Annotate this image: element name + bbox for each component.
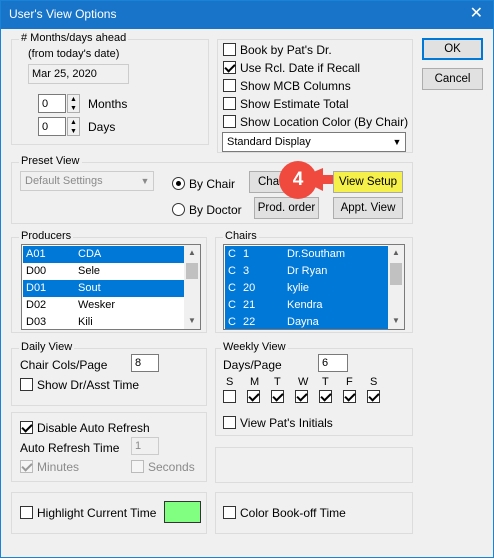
chair-cols-input[interactable]: 8 bbox=[131, 354, 159, 372]
view-initials-label[interactable]: View Pat's Initials bbox=[240, 416, 333, 430]
option-label[interactable]: Book by Pat's Dr. bbox=[240, 43, 332, 57]
producer-code: D02 bbox=[26, 299, 47, 311]
option-label[interactable]: Use Rcl. Date if Recall bbox=[240, 61, 360, 75]
list-item[interactable]: C 20 kylie bbox=[225, 280, 389, 297]
chair-name: kylie bbox=[287, 282, 310, 294]
chairs-scrollbar[interactable]: ▲ ▼ bbox=[388, 245, 404, 329]
chair-number: 21 bbox=[243, 299, 256, 311]
producer-code: D03 bbox=[26, 316, 47, 328]
chair-cols-label: Chair Cols/Page bbox=[20, 358, 108, 372]
disable-auto-refresh-label[interactable]: Disable Auto Refresh bbox=[37, 421, 150, 435]
chair-number: 20 bbox=[243, 282, 256, 294]
producer-name: Kili bbox=[78, 316, 93, 328]
list-item[interactable]: C 1 Dr.Southam bbox=[225, 246, 389, 263]
producer-name: Sout bbox=[78, 282, 101, 294]
weekly-view-label: Weekly View bbox=[221, 341, 288, 353]
chair-number: 1 bbox=[243, 248, 250, 260]
weekday-checkbox[interactable] bbox=[343, 390, 356, 403]
weekday-letter: F bbox=[346, 376, 353, 388]
option-checkbox[interactable] bbox=[223, 79, 236, 92]
minutes-label: Minutes bbox=[37, 460, 80, 474]
list-item[interactable]: C 22 Dayna bbox=[225, 314, 389, 329]
weekday-letter: S bbox=[370, 376, 378, 388]
producer-name: Wesker bbox=[78, 299, 116, 311]
scroll-up-icon[interactable]: ▲ bbox=[388, 245, 404, 261]
option-checkbox[interactable] bbox=[223, 97, 236, 110]
producer-name: CDA bbox=[78, 248, 102, 260]
highlight-time-checkbox[interactable] bbox=[20, 506, 33, 519]
option-checkbox[interactable] bbox=[223, 115, 236, 128]
bookoff-checkbox[interactable] bbox=[223, 506, 236, 519]
chair-prefix: C bbox=[228, 299, 236, 311]
chair-prefix: C bbox=[228, 282, 236, 294]
chair-number: 3 bbox=[243, 265, 250, 277]
callout-badge: 4 bbox=[279, 161, 317, 199]
chair-prefix: C bbox=[228, 248, 236, 260]
producer-name: Sele bbox=[78, 265, 101, 277]
list-item[interactable]: A01 CDA bbox=[23, 246, 185, 263]
bookoff-label[interactable]: Color Book-off Time bbox=[240, 506, 346, 520]
show-dr-asst-checkbox[interactable] bbox=[20, 378, 33, 391]
empty-panel bbox=[215, 447, 413, 483]
chair-number: 22 bbox=[243, 316, 256, 328]
weekday-checkbox[interactable] bbox=[271, 390, 284, 403]
option-checkbox[interactable] bbox=[223, 61, 236, 74]
scroll-thumb[interactable] bbox=[390, 263, 402, 285]
chair-prefix: C bbox=[228, 316, 236, 328]
producer-code: D01 bbox=[26, 282, 47, 294]
dialog-window: User's View Options ✕ OK Cancel # Months… bbox=[0, 0, 494, 558]
chair-prefix: C bbox=[228, 265, 236, 277]
show-dr-asst-label[interactable]: Show Dr/Asst Time bbox=[37, 378, 139, 392]
weekday-letter: M bbox=[250, 376, 260, 388]
highlight-time-label[interactable]: Highlight Current Time bbox=[37, 506, 156, 520]
seconds-checkbox bbox=[131, 460, 144, 473]
weekday-checkbox[interactable] bbox=[247, 390, 260, 403]
disable-auto-refresh-checkbox[interactable] bbox=[20, 421, 33, 434]
daily-view-label: Daily View bbox=[19, 341, 75, 353]
days-per-page-input[interactable]: 6 bbox=[318, 354, 348, 372]
chair-name: Dr Ryan bbox=[287, 265, 328, 277]
scroll-thumb[interactable] bbox=[186, 263, 198, 279]
option-label[interactable]: Show MCB Columns bbox=[240, 79, 351, 93]
option-checkbox[interactable] bbox=[223, 43, 236, 56]
producers-list[interactable]: A01 CDA D00 Sele D01 Sout D02 Wesker D03 Kili ▲ ▼ bbox=[21, 244, 201, 330]
weekday-letter: S bbox=[226, 376, 234, 388]
producers-label: Producers bbox=[19, 230, 74, 242]
highlight-color-swatch[interactable] bbox=[164, 501, 201, 523]
list-item[interactable]: C 21 Kendra bbox=[225, 297, 389, 314]
scroll-down-icon[interactable]: ▼ bbox=[184, 313, 200, 329]
weekday-letter: T bbox=[322, 376, 329, 388]
days-per-page-label: Days/Page bbox=[223, 358, 282, 372]
scroll-up-icon[interactable]: ▲ bbox=[184, 245, 200, 261]
list-item[interactable]: D02 Wesker bbox=[23, 297, 185, 314]
auto-refresh-time-input: 1 bbox=[131, 437, 159, 455]
chair-name: Dayna bbox=[287, 316, 319, 328]
option-label[interactable]: Show Location Color (By Chair) bbox=[240, 115, 408, 129]
chair-name: Kendra bbox=[287, 299, 323, 311]
chair-name: Dr.Southam bbox=[287, 248, 346, 260]
weekday-checkbox[interactable] bbox=[295, 390, 308, 403]
weekday-letter: T bbox=[274, 376, 281, 388]
scroll-down-icon[interactable]: ▼ bbox=[388, 313, 404, 329]
seconds-label: Seconds bbox=[148, 460, 195, 474]
minutes-checkbox bbox=[20, 460, 33, 473]
weekday-checkbox[interactable] bbox=[223, 390, 236, 403]
auto-refresh-time-label: Auto Refresh Time bbox=[20, 441, 120, 455]
daily-view-group bbox=[11, 348, 207, 406]
weekday-letter: W bbox=[298, 376, 309, 388]
option-label[interactable]: Show Estimate Total bbox=[240, 97, 349, 111]
chairs-list[interactable]: C 1 Dr.Southam C 3 Dr Ryan C 20 kylie C 21 Kendra C 2… bbox=[223, 244, 405, 330]
list-item[interactable]: C 3 Dr Ryan bbox=[225, 263, 389, 280]
weekday-checkbox[interactable] bbox=[367, 390, 380, 403]
producers-scrollbar[interactable]: ▲ ▼ bbox=[184, 245, 200, 329]
producer-code: A01 bbox=[26, 248, 46, 260]
producer-code: D00 bbox=[26, 265, 47, 277]
view-initials-checkbox[interactable] bbox=[223, 416, 236, 429]
list-item[interactable]: D03 Kili bbox=[23, 314, 185, 329]
weekday-checkbox[interactable] bbox=[319, 390, 332, 403]
list-item[interactable]: D00 Sele bbox=[23, 263, 185, 280]
chairs-label: Chairs bbox=[223, 230, 259, 242]
list-item[interactable]: D01 Sout bbox=[23, 280, 185, 297]
